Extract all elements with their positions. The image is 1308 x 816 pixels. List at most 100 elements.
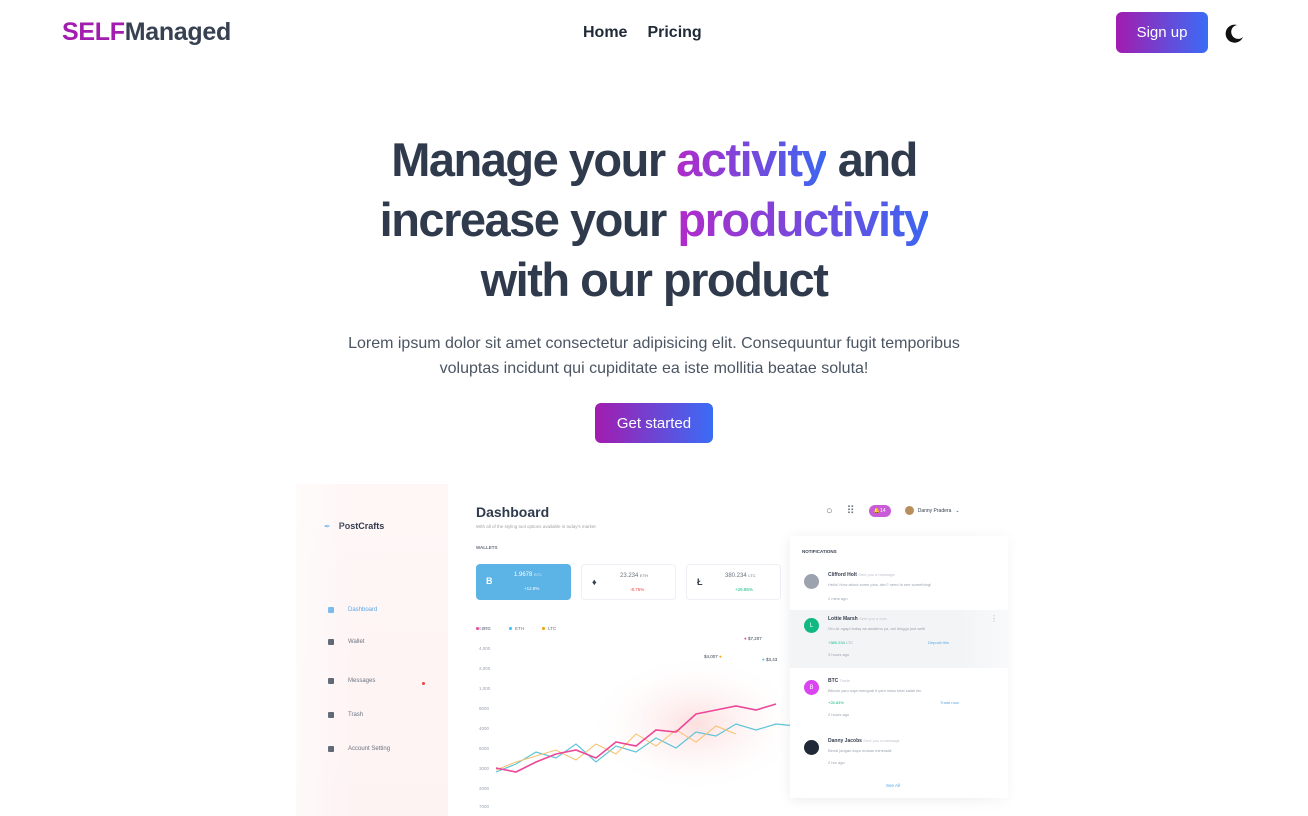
user-menu: Danny Pradera ⌄	[904, 506, 960, 515]
notification-meta: Sent you a message	[863, 738, 900, 743]
y-label: 3000	[479, 766, 490, 771]
notification-amount-unit: LTC	[845, 640, 854, 645]
wallet-unit: LTC	[748, 573, 756, 578]
mockup-title: Dashboard	[476, 504, 550, 520]
notification-name: Danny Jacobs Sent you a message	[828, 738, 900, 744]
mockup-sidebar-trash: Trash	[328, 712, 363, 718]
notification-name: BTC Trade	[828, 678, 850, 684]
mockup-brand-name: PostCrafts	[338, 521, 385, 531]
notification-sender: Lottie Marsh	[828, 616, 858, 622]
settings-icon	[328, 746, 334, 752]
notification-name: Clifford Holt Sent you a message	[828, 572, 895, 578]
eth-icon: ♦	[592, 577, 597, 587]
messages-icon	[328, 678, 334, 684]
hero-accent-activity: activity	[676, 133, 827, 186]
wallet-amount: 1.9678	[514, 572, 533, 578]
wallet-amount: 23.234	[620, 573, 639, 579]
y-label: 7000	[479, 804, 490, 809]
logo-self: SELF	[62, 18, 125, 46]
mockup-sidebar-wallet: Wallet	[328, 639, 364, 645]
moon-icon[interactable]	[1222, 22, 1246, 46]
legend-label: ETH	[515, 626, 524, 631]
wallet-change: -8.75%	[630, 587, 645, 592]
notification-meta: Sent you a message	[858, 572, 895, 577]
wallet-card-eth: ♦ 23.234 ETH -8.75%	[581, 564, 676, 600]
signup-button[interactable]: Sign up	[1116, 12, 1208, 53]
main-menu: Home Pricing	[583, 24, 702, 42]
avatar	[904, 506, 914, 515]
wallet-value: 23.234 ETH	[620, 573, 648, 579]
unread-dot	[422, 682, 425, 685]
notifications-title: NOTIFICATIONS	[802, 549, 837, 554]
wallet-value: 1.9678 BTC	[514, 572, 542, 578]
y-label: 1,000	[479, 686, 491, 691]
mockup-sidebar-label: Account Setting	[348, 746, 391, 752]
chart-glow	[586, 654, 796, 794]
logo-managed: Managed	[124, 18, 232, 46]
price-tag-value: $7,207	[747, 636, 762, 641]
nav-link-home[interactable]: Home	[583, 24, 627, 42]
mockup-brand: ✒ PostCrafts	[324, 521, 384, 531]
user-name: Danny Pradera	[917, 507, 952, 514]
notification-time: 2 mins ago	[828, 596, 848, 601]
hero-heading: Manage your activity and increase your p…	[254, 130, 1054, 310]
wallet-change: +26.85%	[735, 587, 753, 592]
notification-item: B BTC Trade Bitcoin yaru naja mengudi it…	[790, 672, 1008, 728]
dashboard-mockup: ✒ PostCrafts Dashboard Wallet Messages T…	[296, 484, 1018, 816]
avatar: B	[804, 680, 819, 695]
avatar	[804, 740, 819, 755]
deposit-link: Deposit this	[928, 640, 949, 645]
hero-line3: with our product	[480, 253, 829, 306]
price-tag-value: $3,43	[765, 657, 778, 662]
get-started-button[interactable]: Get started	[595, 403, 713, 443]
btc-icon: B	[486, 576, 493, 586]
notification-meta: Sent you a coin	[859, 616, 887, 621]
wallet-unit: ETH	[640, 573, 649, 578]
hero-accent-productivity: productivity	[677, 193, 929, 246]
price-tag: ● $3,43	[758, 655, 782, 664]
y-label: 6,000	[479, 626, 491, 631]
hero-subtitle: Lorem ipsum dolor sit amet consectetur a…	[348, 335, 960, 377]
wallet-value: 380.234 LTC	[725, 573, 756, 579]
badge-count: 14	[880, 507, 886, 514]
notification-time: 2 hours ago	[828, 712, 850, 717]
hero-line1-post: and	[826, 133, 919, 186]
mockup-sidebar-messages: Messages	[328, 678, 375, 684]
price-tag: $4,007 ●	[700, 652, 726, 661]
notification-sender: Danny Jacobs	[828, 738, 862, 744]
notifications-panel: NOTIFICATIONS Clifford Holt Sent you a m…	[790, 536, 1008, 798]
notification-badge: 🔔 14	[868, 504, 891, 517]
wallet-amount: 380.234	[725, 573, 747, 579]
price-tag-value: $4,007	[704, 654, 718, 659]
y-label: 4000	[479, 726, 490, 731]
chevron-down-icon: ⌄	[955, 507, 960, 514]
y-label: 4,000	[479, 646, 491, 651]
notification-name: Lottie Marsh Sent you a coin	[828, 616, 887, 622]
mockup-sidebar-dashboard: Dashboard	[328, 607, 377, 613]
mockup-sidebar-label: Dashboard	[348, 607, 378, 613]
more-icon: ⋮	[990, 614, 998, 623]
price-chart	[496, 654, 796, 794]
notification-text: Hello! How about some pics, dev? need to…	[828, 582, 932, 587]
nav-link-pricing[interactable]: Pricing	[647, 24, 701, 42]
y-label: 6000	[479, 746, 490, 751]
top-navbar: SELFManaged Home Pricing Sign up	[0, 0, 1308, 66]
legend-label: LTC	[548, 626, 557, 631]
mockup-sidebar-label: Trash	[348, 712, 364, 718]
logo[interactable]: SELFManaged	[62, 18, 231, 47]
wallet-change: +12.8%	[524, 586, 540, 591]
legend-dot	[509, 627, 512, 630]
y-label: 2,000	[479, 666, 491, 671]
trash-icon	[328, 712, 334, 718]
dashboard-icon	[328, 607, 334, 613]
wallet-icon	[328, 639, 334, 645]
wallets-label: WALLETS	[476, 545, 498, 550]
mockup-sidebar-label: Messages	[348, 678, 376, 684]
hero-line1-pre: Manage your	[391, 133, 677, 186]
ltc-icon: Ł	[697, 577, 703, 587]
notification-sender: Clifford Holt	[828, 572, 857, 578]
search-icon: ○	[826, 504, 833, 517]
grid-icon: ⠿	[846, 505, 855, 517]
notification-time: 2 hrs ago	[828, 760, 845, 765]
notification-text: Bendi jangan kayo mokan mineraali	[828, 748, 892, 753]
